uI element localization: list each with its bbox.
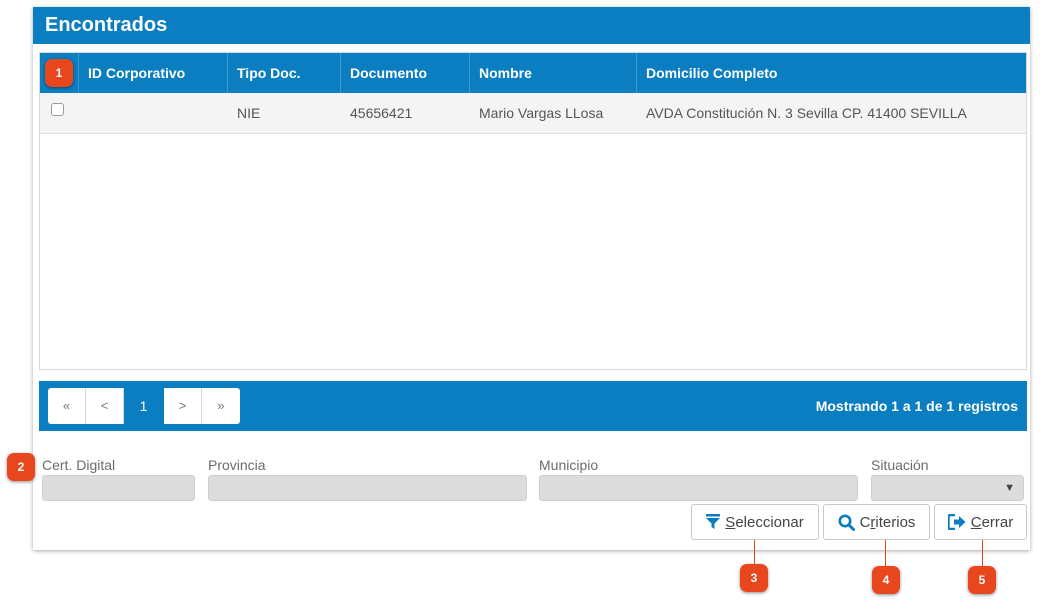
table-header: ID Corporativo Tipo Doc. Documento Nombr… (40, 53, 1026, 93)
caret-down-icon: ▼ (1004, 482, 1015, 494)
provincia-label: Provincia (208, 457, 266, 473)
column-nombre[interactable]: Nombre (470, 53, 637, 93)
cell-documento: 45656421 (350, 105, 413, 121)
cell-domicilio: AVDA Constitución N. 3 Sevilla CP. 41400… (646, 105, 967, 121)
cerrar-label: Cerrar (970, 513, 1014, 531)
first-page-button[interactable]: « (48, 388, 86, 424)
callout-1-badge: 1 (45, 59, 73, 87)
panel-title: Encontrados (33, 7, 1030, 44)
callout-3-badge: 3 (740, 564, 768, 592)
table-row[interactable]: NIE 45656421 Mario Vargas LLosa AVDA Con… (40, 93, 1026, 134)
criterios-label: Criterios (859, 513, 916, 531)
next-page-button[interactable]: > (164, 388, 202, 424)
situacion-label: Situación (871, 457, 929, 473)
row-checkbox[interactable] (51, 103, 64, 116)
pagination-bar: « < 1 > » Mostrando 1 a 1 de 1 registros (39, 381, 1027, 431)
column-domicilio[interactable]: Domicilio Completo (637, 53, 1026, 93)
cerrar-button[interactable]: Cerrar (934, 504, 1027, 540)
results-table: ID Corporativo Tipo Doc. Documento Nombr… (39, 52, 1027, 370)
callout-4-leader (885, 540, 886, 566)
last-page-button[interactable]: » (202, 388, 240, 424)
results-panel: Encontrados ID Corporativo Tipo Doc. Doc… (33, 7, 1030, 550)
column-documento[interactable]: Documento (341, 53, 470, 93)
criterios-button[interactable]: Criterios (823, 504, 930, 540)
callout-4-badge: 4 (872, 566, 900, 594)
municipio-label: Municipio (539, 457, 599, 473)
cell-id-corporativo (79, 93, 228, 133)
callout-5-leader (982, 540, 983, 566)
current-page-button[interactable]: 1 (124, 388, 164, 424)
filter-icon (706, 514, 721, 529)
callout-2-badge: 2 (7, 453, 35, 481)
cell-nombre: Mario Vargas LLosa (479, 105, 604, 121)
column-tipo-doc[interactable]: Tipo Doc. (228, 53, 341, 93)
cert-digital-field[interactable] (42, 475, 195, 501)
situacion-select[interactable]: ▼ (871, 475, 1024, 501)
prev-page-button[interactable]: < (86, 388, 124, 424)
municipio-field[interactable] (539, 475, 858, 501)
search-icon (838, 514, 855, 531)
pagination: « < 1 > » (48, 388, 240, 424)
cert-digital-label: Cert. Digital (42, 457, 116, 473)
records-info: Mostrando 1 a 1 de 1 registros (815, 398, 1018, 414)
cell-tipo-doc: NIE (237, 105, 261, 121)
sign-out-icon (947, 514, 966, 530)
seleccionar-label: Seleccionar (725, 513, 804, 531)
callout-5-badge: 5 (968, 566, 996, 594)
provincia-field[interactable] (208, 475, 527, 501)
column-id-corporativo[interactable]: ID Corporativo (79, 53, 228, 93)
callout-3-leader (754, 540, 755, 566)
seleccionar-button[interactable]: Seleccionar (691, 504, 819, 540)
